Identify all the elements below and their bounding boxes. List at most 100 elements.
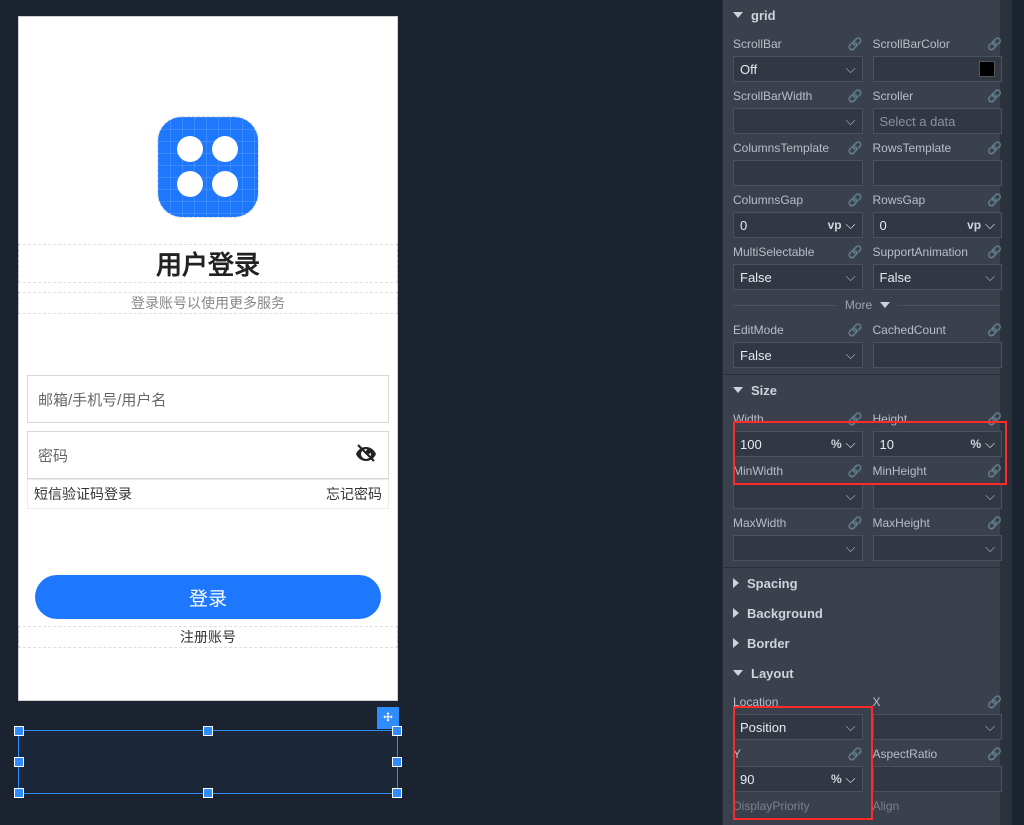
resize-handle[interactable] — [392, 757, 402, 767]
link-icon[interactable]: 🔗 — [848, 89, 863, 103]
maxwidth-input[interactable]: ⌵ — [733, 535, 863, 561]
visibility-off-icon[interactable] — [354, 441, 378, 469]
section-grid-header[interactable]: grid — [723, 0, 1012, 30]
more-separator[interactable]: More — [723, 290, 1012, 316]
multiselectable-select[interactable]: False⌵ — [733, 264, 863, 290]
link-icon[interactable]: 🔗 — [987, 412, 1002, 426]
columnsgap-input[interactable]: 0vp⌵ — [733, 212, 863, 238]
align-label: Align — [873, 799, 900, 813]
link-icon[interactable]: 🔗 — [848, 323, 863, 337]
link-icon[interactable]: 🔗 — [987, 464, 1002, 478]
link-icon[interactable]: 🔗 — [848, 516, 863, 530]
link-icon[interactable]: 🔗 — [848, 141, 863, 155]
link-icon[interactable]: 🔗 — [987, 323, 1002, 337]
x-label: X — [873, 695, 881, 709]
link-icon[interactable]: 🔗 — [987, 516, 1002, 530]
more-label: More — [845, 298, 872, 312]
link-icon[interactable]: 🔗 — [987, 695, 1002, 709]
link-icon[interactable]: 🔗 — [987, 37, 1002, 51]
rowstemplate-input[interactable] — [873, 160, 1003, 186]
section-background-header[interactable]: Background — [723, 598, 1012, 628]
resize-handle[interactable] — [203, 788, 213, 798]
rowsgap-label: RowsGap — [873, 193, 926, 207]
section-size-label: Size — [751, 383, 777, 398]
resize-handle[interactable] — [14, 788, 24, 798]
scrollbar-value: Off — [740, 62, 757, 77]
section-border-header[interactable]: Border — [723, 628, 1012, 658]
x-input[interactable]: ⌵ — [873, 714, 1003, 740]
supportanimation-select[interactable]: False ⌵ — [873, 264, 1003, 290]
link-icon[interactable]: 🔗 — [848, 193, 863, 207]
chevron-down-icon — [733, 387, 743, 393]
maxwidth-label: MaxWidth — [733, 516, 786, 530]
app-logo-dots-icon — [177, 136, 239, 198]
height-value: 10 — [880, 437, 894, 452]
login-button[interactable]: 登录 — [35, 575, 381, 619]
location-select[interactable]: Position⌵ — [733, 714, 863, 740]
link-icon[interactable]: 🔗 — [987, 747, 1002, 761]
link-icon[interactable]: 🔗 — [848, 245, 863, 259]
inspector-panel: grid ScrollBar🔗 Off⌵ ScrollBarColor🔗 Scr… — [722, 0, 1012, 825]
y-label: Y — [733, 747, 741, 761]
scrollbarcolor-swatch[interactable] — [873, 56, 1003, 82]
selection-outline[interactable] — [18, 730, 398, 794]
email-field[interactable]: 邮箱/手机号/用户名 — [27, 375, 389, 423]
link-icon[interactable]: 🔗 — [987, 193, 1002, 207]
columnsgap-unit: vp — [828, 218, 842, 232]
password-field[interactable]: 密码 — [27, 431, 389, 479]
chevron-down-icon: ⌵ — [985, 269, 995, 285]
scrollbar-select[interactable]: Off⌵ — [733, 56, 863, 82]
minheight-input[interactable]: ⌵ — [873, 483, 1003, 509]
rowsgap-input[interactable]: 0vp⌵ — [873, 212, 1003, 238]
aspectratio-input[interactable] — [873, 766, 1003, 792]
sms-login-link[interactable]: 短信验证码登录 — [28, 484, 138, 504]
device-frame: 用户登录 登录账号以使用更多服务 邮箱/手机号/用户名 密码 短信验证码登录 忘… — [18, 16, 398, 701]
link-icon[interactable]: 🔗 — [987, 89, 1002, 103]
resize-handle[interactable] — [14, 726, 24, 736]
editmode-select[interactable]: False ⌵ — [733, 342, 863, 368]
rowsgap-value: 0 — [880, 218, 887, 233]
displaypriority-label: DisplayPriority — [733, 799, 810, 813]
resize-handle[interactable] — [14, 757, 24, 767]
cachedcount-input[interactable] — [873, 342, 1003, 368]
columnstemplate-label: ColumnsTemplate — [733, 141, 829, 155]
chevron-down-icon: ⌵ — [846, 269, 856, 285]
link-icon[interactable]: 🔗 — [848, 37, 863, 51]
chevron-down-icon: ⌵ — [985, 719, 995, 735]
link-icon[interactable]: 🔗 — [987, 245, 1002, 259]
y-input[interactable]: 90%⌵ — [733, 766, 863, 792]
register-link[interactable]: 注册账号 — [19, 627, 397, 647]
resize-handle[interactable] — [203, 726, 213, 736]
design-canvas[interactable]: 用户登录 登录账号以使用更多服务 邮箱/手机号/用户名 密码 短信验证码登录 忘… — [18, 16, 400, 808]
scroller-select[interactable]: Select a data — [873, 108, 1003, 134]
forgot-password-link[interactable]: 忘记密码 — [320, 484, 388, 504]
chevron-down-icon: ⌵ — [846, 347, 856, 363]
minwidth-input[interactable]: ⌵ — [733, 483, 863, 509]
chevron-down-icon: ⌵ — [846, 217, 856, 233]
resize-handle[interactable] — [392, 726, 402, 736]
chevron-down-icon: ⌵ — [846, 113, 856, 129]
editmode-value: False — [740, 348, 772, 363]
columnstemplate-input[interactable] — [733, 160, 863, 186]
chevron-down-icon: ⌵ — [846, 436, 856, 452]
scrollbarcolor-label: ScrollBarColor — [873, 37, 950, 51]
resize-handle[interactable] — [392, 788, 402, 798]
section-spacing-header[interactable]: Spacing — [723, 568, 1012, 598]
link-icon[interactable]: 🔗 — [848, 464, 863, 478]
supportanimation-value: False — [880, 270, 912, 285]
link-icon[interactable]: 🔗 — [987, 141, 1002, 155]
section-size-header[interactable]: Size — [723, 375, 1012, 405]
chevron-down-icon: ⌵ — [985, 540, 995, 556]
minheight-label: MinHeight — [873, 464, 927, 478]
chevron-down-icon: ⌵ — [985, 488, 995, 504]
maxheight-input[interactable]: ⌵ — [873, 535, 1003, 561]
scrollbarwidth-select[interactable]: ⌵ — [733, 108, 863, 134]
scroller-label: Scroller — [873, 89, 914, 103]
chevron-down-icon — [733, 670, 743, 676]
chevron-down-icon: ⌵ — [846, 719, 856, 735]
width-input[interactable]: 100%⌵ — [733, 431, 863, 457]
link-icon[interactable]: 🔗 — [848, 412, 863, 426]
link-icon[interactable]: 🔗 — [848, 747, 863, 761]
section-layout-header[interactable]: Layout — [723, 658, 1012, 688]
height-input[interactable]: 10%⌵ — [873, 431, 1003, 457]
